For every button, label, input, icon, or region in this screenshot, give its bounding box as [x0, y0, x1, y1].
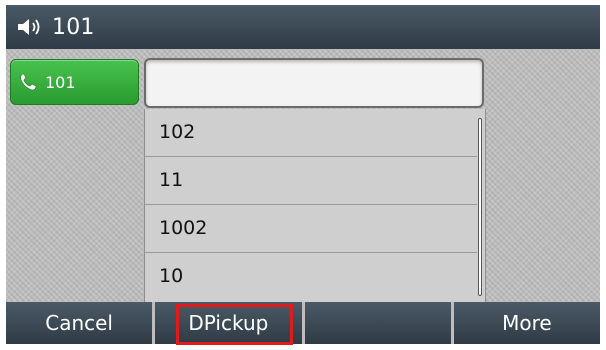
list-item-label: 1002	[159, 217, 208, 239]
softkey-label: DPickup	[188, 311, 269, 335]
dial-input[interactable]	[144, 58, 484, 108]
list-item[interactable]: 10	[145, 253, 475, 299]
phone-icon	[17, 71, 39, 93]
dpickup-softkey[interactable]: DPickup	[155, 302, 305, 344]
title-bar: 101	[6, 5, 600, 49]
cancel-softkey[interactable]: Cancel	[6, 302, 156, 344]
line-title: 101	[52, 14, 95, 40]
softkey-label: Cancel	[45, 311, 113, 335]
more-softkey[interactable]: More	[453, 302, 600, 344]
phone-screen: 101 101 102 11 1002 10 Cancel DPickup Mo…	[6, 5, 600, 344]
softkey-label: More	[502, 311, 552, 335]
list-item[interactable]: 1002	[145, 205, 475, 251]
empty-softkey[interactable]	[304, 302, 454, 344]
suggestion-list: 102 11 1002 10	[144, 109, 486, 302]
line-key-101[interactable]: 101	[10, 59, 139, 105]
list-item[interactable]: 11	[145, 157, 475, 203]
softkey-bar: Cancel DPickup More	[6, 302, 600, 344]
list-item-label: 102	[159, 121, 196, 143]
list-item[interactable]: 102	[145, 109, 475, 155]
speaker-icon	[16, 16, 48, 38]
line-key-label: 101	[45, 72, 76, 92]
scrollbar[interactable]	[478, 118, 482, 296]
list-item-label: 11	[159, 169, 184, 191]
phone-frame: 101 101 102 11 1002 10 Cancel DPickup Mo…	[0, 0, 606, 350]
list-item-label: 10	[159, 265, 184, 287]
